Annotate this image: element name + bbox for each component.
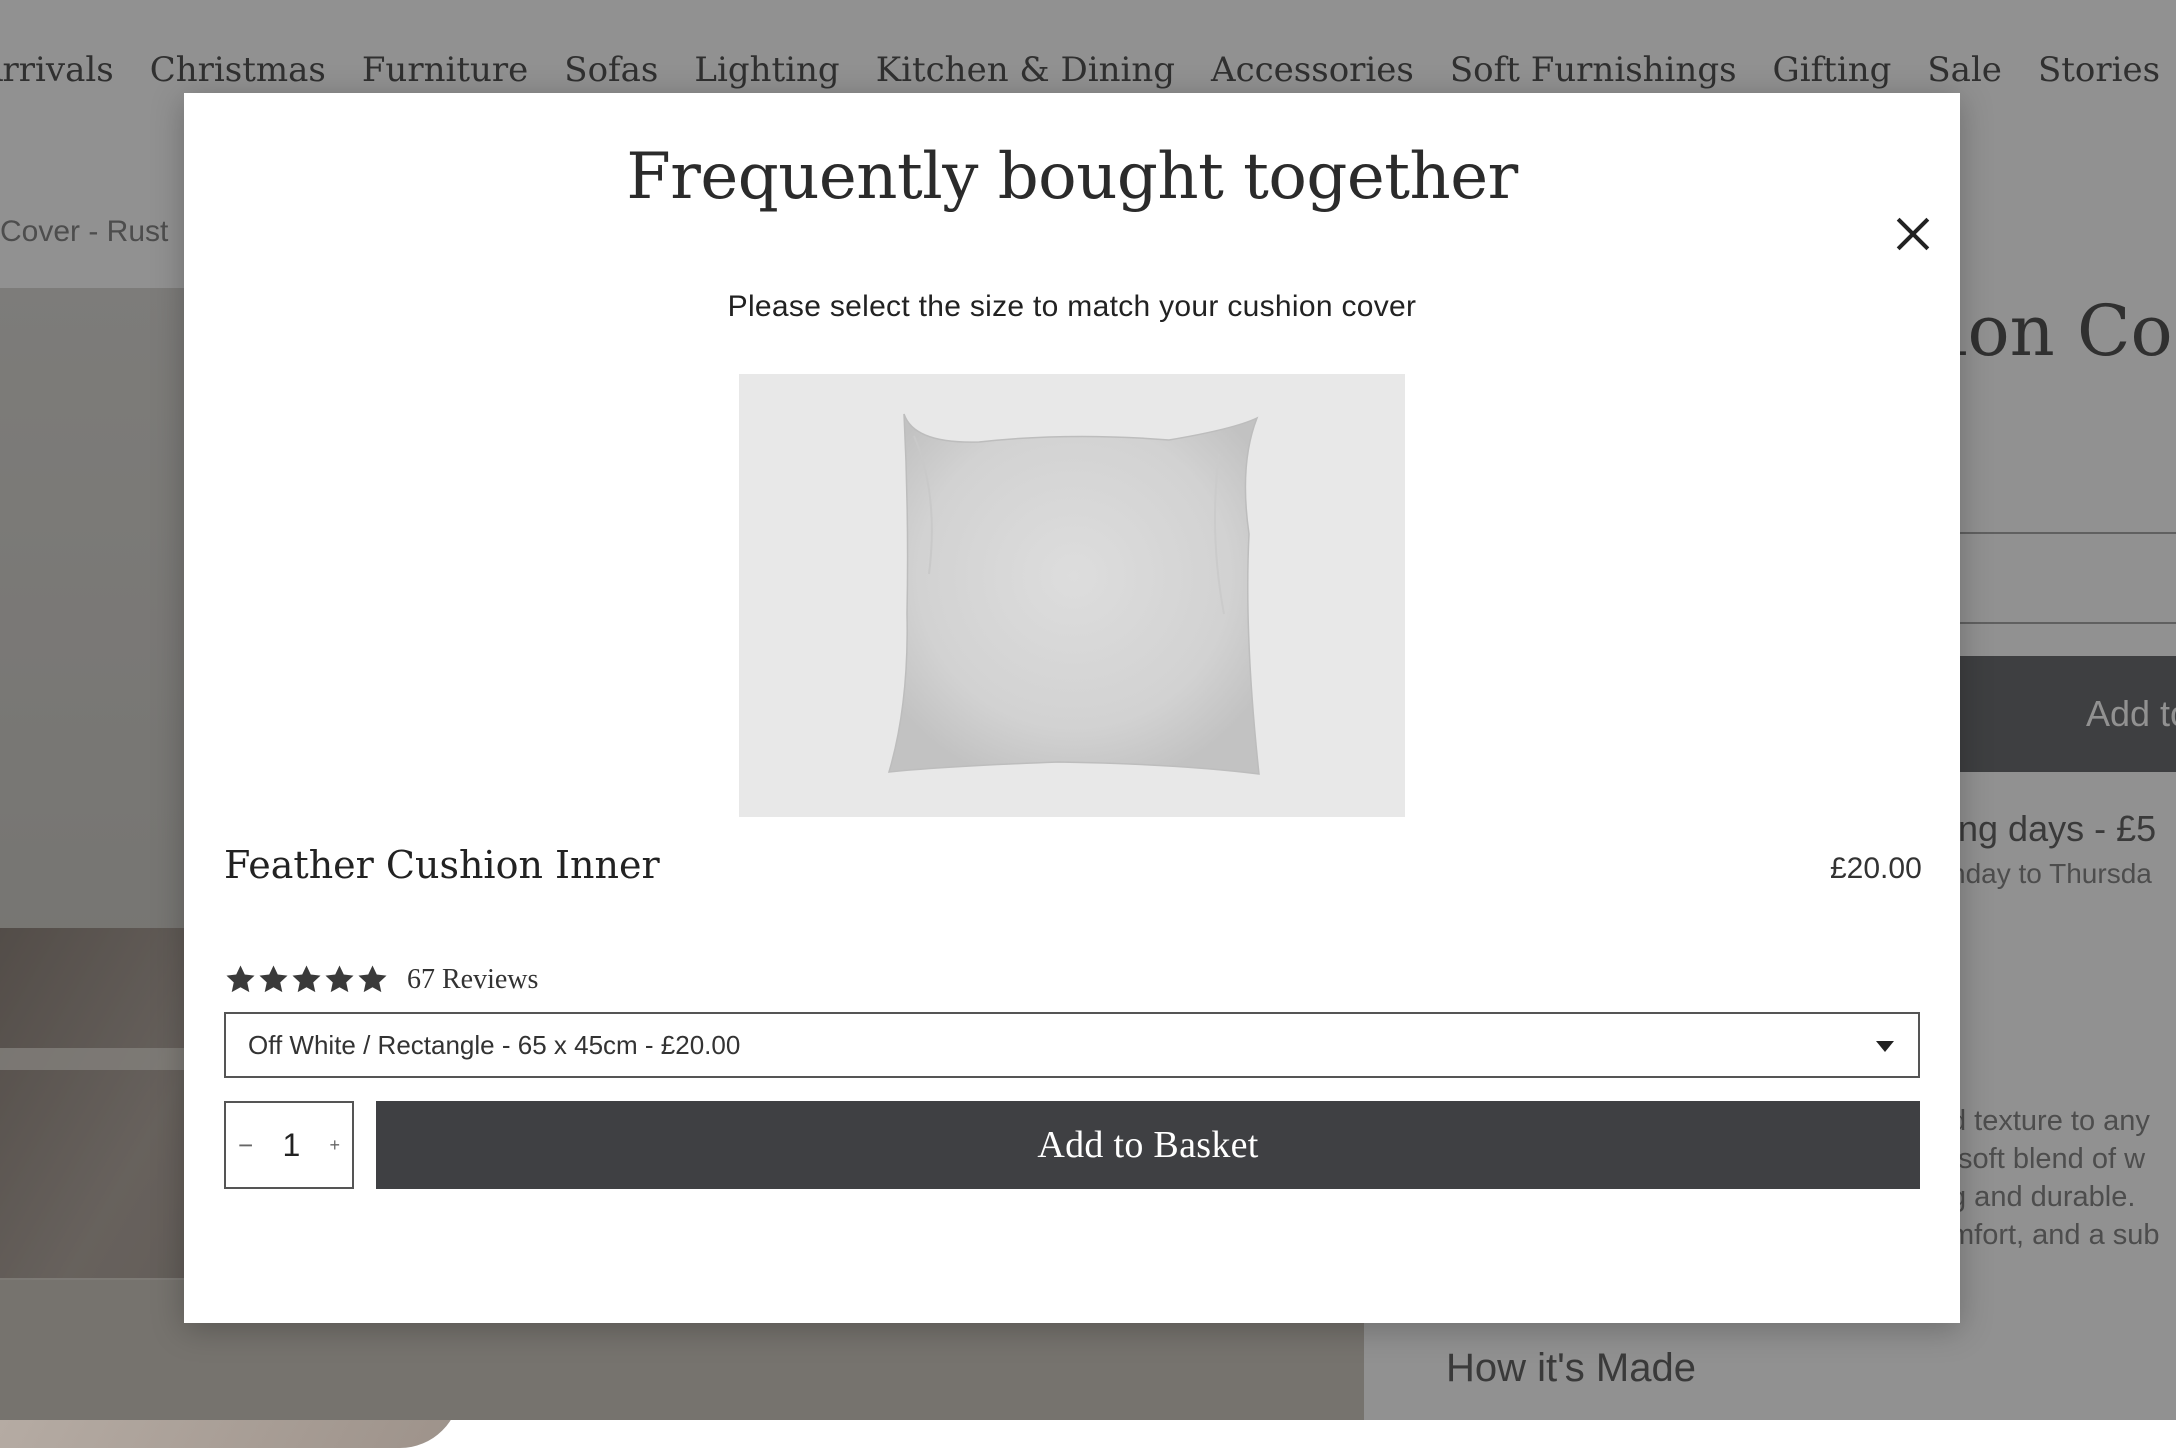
star-icon [325,965,354,993]
decrease-quantity-button[interactable]: − [238,1130,253,1161]
product-name: Feather Cushion Inner [224,843,660,887]
modal-title: Frequently bought together [626,140,1518,214]
close-icon[interactable] [1896,217,1930,251]
star-icon [292,965,321,993]
variant-select-value: Off White / Rectangle - 65 x 45cm - £20.… [248,1029,741,1060]
add-to-basket-button[interactable]: Add to Basket [376,1101,1920,1189]
star-icon [259,965,288,993]
product-image [739,374,1405,817]
rating-stars [224,963,389,996]
variant-select[interactable]: Off White / Rectangle - 65 x 45cm - £20.… [224,1012,1920,1078]
reviews-count[interactable]: 67 Reviews [407,964,538,996]
star-icon [358,965,387,993]
chevron-down-icon [1876,1041,1894,1052]
quantity-stepper[interactable]: − 1 + [224,1101,354,1189]
quantity-value[interactable]: 1 [282,1127,300,1164]
product-price: £20.00 [1830,852,1922,885]
increase-quantity-button[interactable]: + [329,1135,340,1156]
rating[interactable]: 67 Reviews [224,963,538,996]
cushion-image [887,413,1260,775]
star-icon [226,965,255,993]
modal-subtitle: Please select the size to match your cus… [727,290,1417,323]
